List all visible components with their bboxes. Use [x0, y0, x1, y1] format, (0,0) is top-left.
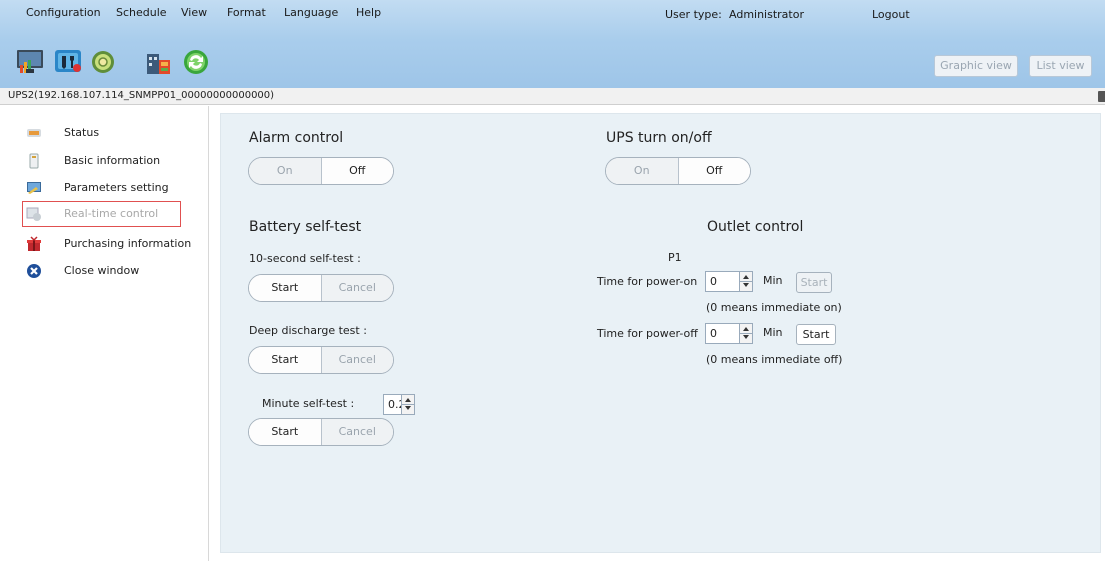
sidebar-item-label: Purchasing information [64, 237, 192, 250]
power-on-time-label: Time for power-on [597, 275, 698, 288]
ten-second-self-test-label: 10-second self-test : [249, 252, 361, 265]
deep-discharge-test-buttons: Start Cancel [248, 346, 394, 374]
sidebar-item-label: Close window [64, 264, 140, 277]
ups-on-button[interactable]: On [606, 158, 679, 184]
close-icon [26, 263, 42, 279]
menu-language[interactable]: Language [284, 6, 338, 19]
user-type-label: User type: [665, 8, 722, 21]
minute-self-test-label: Minute self-test : [262, 397, 355, 410]
ten-second-self-test-buttons: Start Cancel [248, 274, 394, 302]
menu-configuration[interactable]: Configuration [26, 6, 101, 19]
ups-off-button[interactable]: Off [678, 158, 750, 184]
sidebar-item-purchasing-information[interactable]: Purchasing information [0, 233, 209, 255]
alarm-off-button[interactable]: Off [321, 158, 393, 184]
building-icon[interactable] [145, 48, 173, 76]
graphic-view-button[interactable]: Graphic view [934, 55, 1018, 77]
info-icon [26, 153, 42, 169]
sidebar-item-label: Real-time control [64, 207, 159, 220]
minute-self-test-spinner[interactable]: 0.2 [383, 394, 415, 415]
power-off-time-spinner[interactable]: 0 [705, 323, 753, 344]
panel-close-icon[interactable] [1098, 91, 1105, 102]
ups-power-toggle: On Off [605, 157, 751, 185]
deep-discharge-test-label: Deep discharge test : [249, 324, 367, 337]
sidebar-item-label: Basic information [64, 154, 161, 167]
power-off-time-value: 0 [710, 327, 717, 340]
minute-start-button[interactable]: Start [249, 419, 322, 445]
power-off-unit: Min [763, 326, 783, 339]
parameters-icon [26, 180, 42, 196]
gear-icon[interactable] [89, 48, 117, 76]
title-toolbar-area: Configuration Schedule View Format Langu… [0, 0, 1105, 88]
sidebar-item-label: Status [64, 126, 100, 139]
menu-schedule[interactable]: Schedule [116, 6, 167, 19]
user-type-value: Administrator [729, 8, 804, 21]
ten-second-start-button[interactable]: Start [249, 275, 322, 301]
list-view-button[interactable]: List view [1029, 55, 1092, 77]
outlet-name: P1 [668, 251, 682, 264]
power-on-time-value: 0 [710, 275, 717, 288]
realtime-icon [26, 206, 42, 222]
menu-bar: Configuration Schedule View Format Langu… [0, 6, 1105, 22]
sidebar-item-status[interactable]: Status [0, 122, 209, 144]
alarm-control-toggle: On Off [248, 157, 394, 185]
device-title-bar: UPS2(192.168.107.114_SNMPP01_00000000000… [0, 88, 1105, 105]
power-on-unit: Min [763, 274, 783, 287]
ups-turn-onoff-title: UPS turn on/off [606, 130, 712, 146]
menu-view[interactable]: View [181, 6, 207, 19]
sidebar-item-label: Parameters setting [64, 181, 169, 194]
power-on-time-spinner[interactable]: 0 [705, 271, 753, 292]
sidebar-item-basic-information[interactable]: Basic information [0, 150, 209, 172]
spinner-arrows-icon[interactable] [739, 324, 752, 343]
minute-self-test-buttons: Start Cancel [248, 418, 394, 446]
menu-help[interactable]: Help [356, 6, 381, 19]
alarm-on-button[interactable]: On [249, 158, 322, 184]
monitor-icon[interactable] [16, 48, 44, 76]
power-off-note: (0 means immediate off) [706, 353, 843, 366]
deep-discharge-cancel-button[interactable]: Cancel [321, 347, 393, 373]
gift-icon [26, 236, 42, 252]
refresh-icon[interactable] [181, 48, 209, 76]
device-title: UPS2(192.168.107.114_SNMPP01_00000000000… [8, 90, 275, 101]
alarm-control-title: Alarm control [249, 130, 344, 146]
sidebar-item-close-window[interactable]: Close window [0, 260, 209, 282]
battery-self-test-title: Battery self-test [249, 219, 362, 235]
sidebar-item-realtime-control[interactable]: Real-time control [22, 201, 181, 227]
status-icon [26, 125, 42, 141]
outlet-control-title: Outlet control [707, 219, 804, 235]
logout-link[interactable]: Logout [872, 8, 910, 21]
minute-cancel-button[interactable]: Cancel [321, 419, 393, 445]
power-off-time-label: Time for power-off [597, 327, 698, 340]
menu-format[interactable]: Format [227, 6, 266, 19]
realtime-control-panel: Alarm control On Off UPS turn on/off On … [220, 113, 1101, 553]
power-off-start-button[interactable]: Start [796, 324, 836, 345]
spinner-arrows-icon[interactable] [739, 272, 752, 291]
power-on-start-button[interactable]: Start [796, 272, 832, 293]
tools-icon[interactable] [53, 48, 81, 76]
deep-discharge-start-button[interactable]: Start [249, 347, 322, 373]
spinner-arrows-icon[interactable] [401, 395, 414, 414]
sidebar: Status Basic information Parameters sett… [0, 106, 209, 561]
power-on-note: (0 means immediate on) [706, 301, 842, 314]
ten-second-cancel-button[interactable]: Cancel [321, 275, 393, 301]
sidebar-item-parameters-setting[interactable]: Parameters setting [0, 177, 209, 199]
